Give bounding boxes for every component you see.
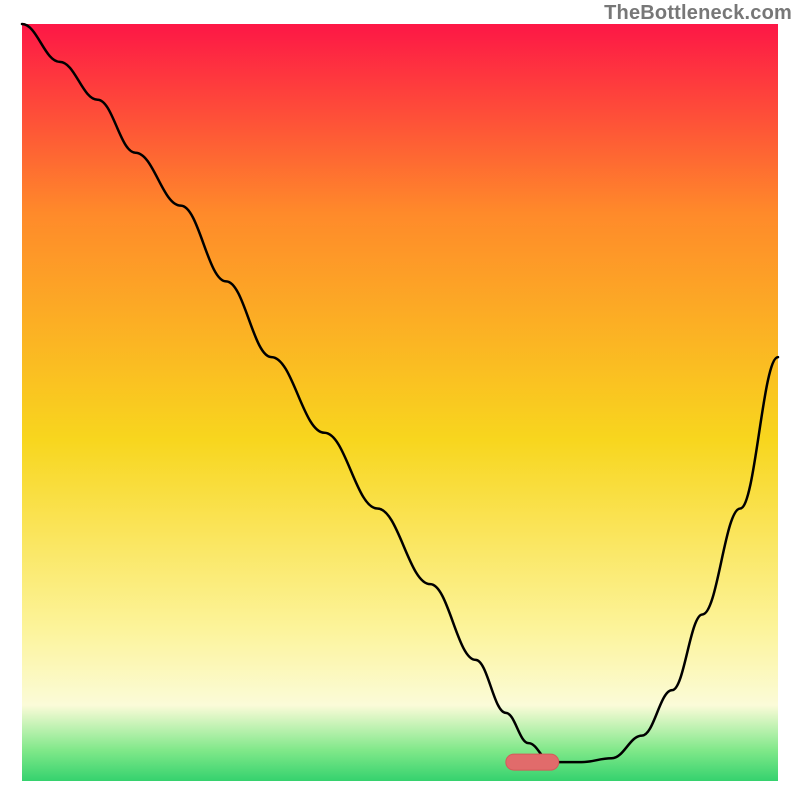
chart-svg (0, 0, 800, 800)
optimal-range-thumb[interactable] (506, 754, 559, 770)
watermark-text: TheBottleneck.com (604, 2, 792, 25)
chart-root: TheBottleneck.com (0, 0, 800, 800)
plot-background (22, 24, 778, 781)
